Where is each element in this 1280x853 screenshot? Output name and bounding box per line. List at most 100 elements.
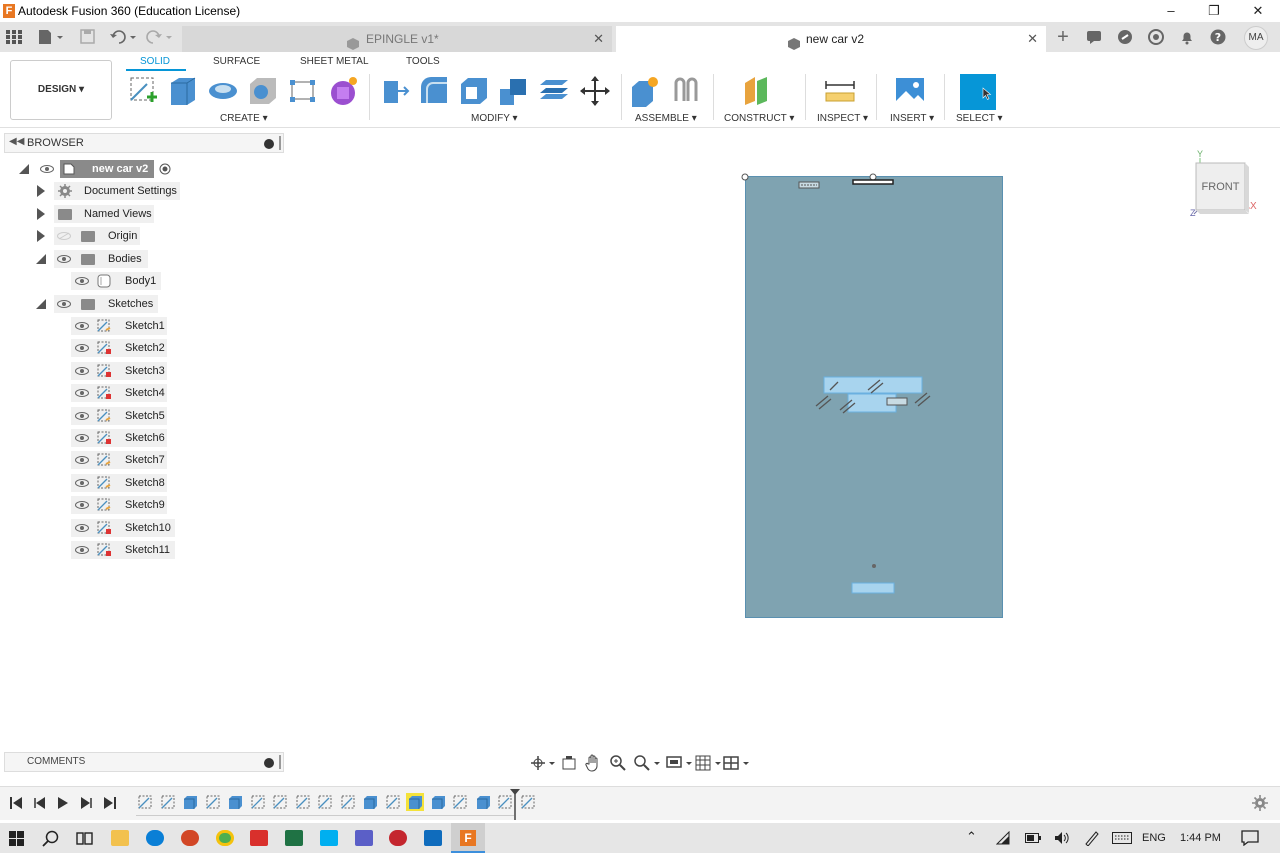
timeline-sketch-feature-icon[interactable] xyxy=(204,793,222,811)
grid-settings-icon[interactable] xyxy=(695,755,723,771)
insert-image-icon[interactable] xyxy=(894,75,926,107)
tree-item-sketch[interactable]: Sketch1 xyxy=(0,316,200,336)
tab-sheet-metal[interactable]: SHEET METAL xyxy=(300,56,369,67)
fit-zoom-icon[interactable] xyxy=(634,755,662,771)
extensions-icon[interactable] xyxy=(1117,29,1133,45)
timeline-sketch-feature-icon[interactable] xyxy=(136,793,154,811)
history-icon[interactable] xyxy=(1148,29,1164,45)
job-status-icon[interactable] xyxy=(1086,29,1102,45)
timeline-sketch-feature-icon[interactable] xyxy=(339,793,357,811)
hidden-eye-icon[interactable] xyxy=(57,232,71,240)
zoom-icon[interactable] xyxy=(610,755,626,771)
notifications-bell-icon[interactable] xyxy=(1179,29,1195,45)
add-comment-icon[interactable] xyxy=(264,758,274,768)
collapse-browser-icon[interactable]: ◀◀ xyxy=(9,136,24,147)
battery-icon[interactable] xyxy=(1025,833,1041,843)
panel-pin-icon[interactable] xyxy=(279,755,281,769)
timeline-extrude-feature-icon[interactable] xyxy=(406,793,424,811)
expand-arrow-icon[interactable] xyxy=(37,208,45,220)
visibility-eye-icon[interactable] xyxy=(75,524,89,532)
app-grid-icon[interactable] xyxy=(6,30,22,44)
timeline-sketch-feature-icon[interactable] xyxy=(159,793,177,811)
go-to-start-icon[interactable] xyxy=(9,796,23,810)
tree-item-sketch[interactable]: Sketch11 xyxy=(0,540,200,560)
timeline-extrude-feature-icon[interactable] xyxy=(361,793,379,811)
tab-tools[interactable]: TOOLS xyxy=(406,56,440,67)
extrude-icon[interactable] xyxy=(167,75,199,107)
step-back-icon[interactable] xyxy=(33,796,47,810)
app-i-icon[interactable] xyxy=(389,830,407,846)
minimize-button[interactable]: – xyxy=(1149,0,1193,22)
tree-item-body1[interactable]: Body1 xyxy=(0,271,200,291)
touch-keyboard-icon[interactable] xyxy=(1112,832,1132,844)
tree-item-sketch[interactable]: Sketch3 xyxy=(0,361,200,381)
look-at-icon[interactable] xyxy=(561,755,577,771)
clock-time[interactable]: 1:44 PM xyxy=(1180,832,1221,844)
viewports-icon[interactable] xyxy=(723,755,751,771)
edge-browser-icon[interactable] xyxy=(146,830,164,846)
powerpoint-icon[interactable] xyxy=(181,830,199,846)
skype-icon[interactable] xyxy=(320,830,338,846)
tree-item-sketches[interactable]: Sketches xyxy=(0,294,200,314)
move-icon[interactable] xyxy=(579,75,611,107)
browser-options-icon[interactable] xyxy=(264,139,274,149)
construct-group-label[interactable]: CONSTRUCT ▾ xyxy=(724,113,794,124)
input-language[interactable]: ENG xyxy=(1142,832,1166,844)
create-group-label[interactable]: CREATE ▾ xyxy=(220,113,268,124)
tree-item-sketch[interactable]: Sketch10 xyxy=(0,518,200,538)
excel-icon[interactable] xyxy=(285,830,303,846)
timeline-settings-gear-icon[interactable] xyxy=(1252,795,1268,811)
visibility-eye-icon[interactable] xyxy=(75,434,89,442)
joint-icon[interactable] xyxy=(670,75,702,107)
help-icon[interactable]: ? xyxy=(1210,29,1226,45)
timeline-extrude-feature-icon[interactable] xyxy=(226,793,244,811)
timeline-sketch-feature-icon[interactable] xyxy=(294,793,312,811)
fillet-icon[interactable] xyxy=(418,75,450,107)
split-body-icon[interactable] xyxy=(538,75,570,107)
shell-icon[interactable] xyxy=(458,75,490,107)
acrobat-icon[interactable] xyxy=(250,830,268,846)
step-forward-icon[interactable] xyxy=(79,796,93,810)
tab-epingle[interactable]: EPINGLE v1* ✕ xyxy=(182,26,612,52)
action-center-icon[interactable] xyxy=(1241,830,1259,846)
display-settings-icon[interactable] xyxy=(666,755,694,771)
pen-workspace-icon[interactable] xyxy=(1084,830,1100,846)
chrome-icon[interactable] xyxy=(216,830,234,846)
workspace-design-button[interactable]: DESIGN ▾ xyxy=(10,60,112,120)
tree-item-sketch[interactable]: Sketch7 xyxy=(0,450,200,470)
visibility-eye-icon[interactable] xyxy=(75,546,89,554)
tab-solid[interactable]: SOLID xyxy=(140,56,170,67)
visibility-eye-icon[interactable] xyxy=(75,389,89,397)
play-icon[interactable] xyxy=(56,796,70,810)
timeline-extrude-feature-icon[interactable] xyxy=(474,793,492,811)
tree-item-sketch[interactable]: Sketch6 xyxy=(0,428,200,448)
show-hidden-icons-chevron-icon[interactable]: ⌃ xyxy=(966,829,977,845)
revolve-icon[interactable] xyxy=(207,75,239,107)
select-group-label[interactable]: SELECT ▾ xyxy=(956,113,1003,124)
measure-icon[interactable] xyxy=(824,75,856,107)
go-to-end-icon[interactable] xyxy=(103,796,117,810)
timeline-sketch-feature-icon[interactable] xyxy=(384,793,402,811)
press-pull-icon[interactable] xyxy=(378,75,410,107)
close-tab-icon[interactable]: ✕ xyxy=(1027,26,1038,52)
offset-plane-icon[interactable] xyxy=(741,75,773,107)
timeline-extrude-feature-icon[interactable] xyxy=(429,793,447,811)
tree-root-row[interactable]: new car v2 xyxy=(0,159,200,179)
wifi-icon[interactable] xyxy=(996,831,1012,845)
tree-item-document-settings[interactable]: Document Settings xyxy=(0,181,200,201)
inspect-group-label[interactable]: INSPECT ▾ xyxy=(817,113,868,124)
undo-icon[interactable] xyxy=(110,29,138,45)
comments-panel-header[interactable]: COMMENTS xyxy=(4,752,284,772)
expand-arrow-icon[interactable] xyxy=(37,185,45,197)
visibility-eye-icon[interactable] xyxy=(75,322,89,330)
volume-icon[interactable] xyxy=(1054,831,1070,845)
visibility-eye-icon[interactable] xyxy=(75,456,89,464)
tree-item-named-views[interactable]: Named Views xyxy=(0,204,200,224)
restore-button[interactable]: ❐ xyxy=(1192,0,1236,22)
timeline-sketch-feature-icon[interactable] xyxy=(519,793,537,811)
expand-arrow-icon[interactable] xyxy=(37,230,45,242)
tree-item-sketch[interactable]: Sketch5 xyxy=(0,406,200,426)
viewcube[interactable]: FRONT Y X Z xyxy=(1188,149,1258,222)
tree-item-bodies[interactable]: Bodies xyxy=(0,249,200,269)
assemble-group-label[interactable]: ASSEMBLE ▾ xyxy=(635,113,697,124)
